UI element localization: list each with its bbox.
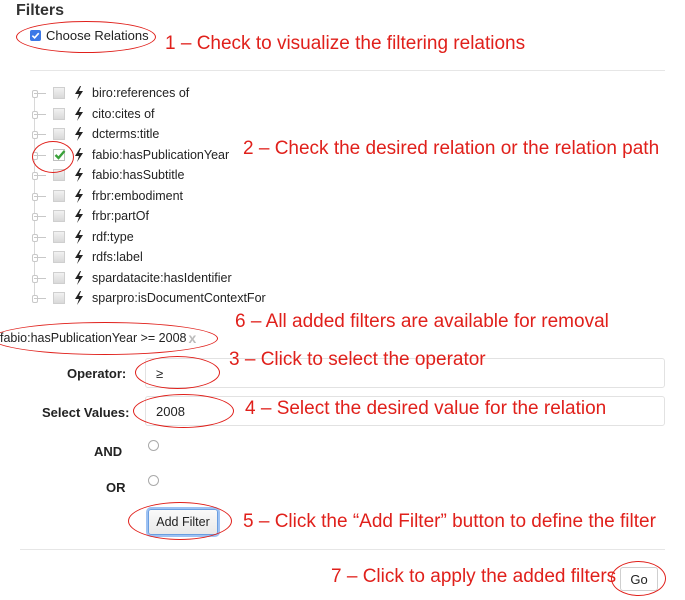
tree-item-checkbox[interactable] (53, 107, 65, 120)
tree-item-label: fabio:hasPublicationYear (92, 147, 230, 162)
annotation-ellipse-5 (128, 502, 232, 540)
tree-item-label: spardatacite:hasIdentifier (92, 270, 232, 285)
tree-expander-icon[interactable] (32, 295, 38, 303)
tree-item[interactable]: biro:references of (20, 83, 320, 104)
operator-label: Operator: (67, 366, 127, 381)
tree-item-label: biro:references of (92, 86, 190, 100)
lightning-icon (75, 188, 83, 203)
annotation-ellipse-1 (16, 21, 156, 53)
tree-expander-icon[interactable] (32, 274, 38, 283)
annotation-ellipse-3 (135, 356, 220, 389)
lightning-icon (75, 147, 83, 162)
tree-item-label: rdf:type (92, 229, 134, 244)
tree-expander-icon[interactable] (32, 213, 38, 221)
annotation-6: 6 – All added filters are available for … (235, 311, 609, 332)
tree-item[interactable]: sparpro:isDocumentContextFor (20, 288, 320, 309)
tree-item-label: sparpro:isDocumentContextFor (92, 291, 266, 305)
lightning-icon (75, 229, 83, 244)
tree-item[interactable]: cito:cites of (20, 104, 320, 125)
tree-item-checkbox[interactable] (53, 189, 65, 202)
tree-item[interactable]: frbr:embodiment (20, 186, 320, 207)
tree-item-label: frbr:partOf (92, 209, 149, 223)
annotation-3: 3 – Click to select the operator (229, 349, 486, 370)
annotation-ellipse-4 (133, 394, 234, 428)
divider-top (30, 70, 665, 71)
lightning-icon (75, 209, 83, 223)
lightning-icon (75, 127, 83, 141)
tree-expander-icon[interactable] (32, 254, 38, 262)
tree-expander-icon[interactable] (32, 110, 38, 119)
annotation-2: 2 – Check the desired relation or the re… (243, 138, 660, 159)
lightning-icon (75, 250, 83, 264)
tree-item-label: dcterms:title (92, 127, 160, 141)
relations-tree: biro:references of cito:cites of dcterms… (20, 83, 320, 309)
filters-heading: Filters (16, 2, 65, 19)
and-radio[interactable] (148, 440, 159, 451)
annotation-ellipse-2 (32, 141, 74, 173)
tree-item-checkbox[interactable] (53, 292, 65, 304)
lightning-icon (75, 270, 83, 285)
annotation-5: 5 – Click the “Add Filter” button to def… (243, 511, 656, 532)
or-radio[interactable] (148, 475, 159, 486)
tree-item[interactable]: frbr:partOf (20, 206, 320, 227)
divider-bottom (20, 549, 665, 550)
tree-item[interactable]: spardatacite:hasIdentifier (20, 268, 320, 289)
tree-expander-icon[interactable] (32, 233, 38, 242)
annotation-7: 7 – Click to apply the added filters (331, 566, 617, 587)
tree-item-checkbox[interactable] (53, 210, 65, 222)
tree-item-checkbox[interactable] (53, 230, 65, 243)
tree-expander-icon[interactable] (32, 90, 38, 98)
annotation-ellipse-6 (0, 322, 218, 355)
tree-item-checkbox[interactable] (53, 251, 65, 263)
tree-item[interactable]: rdf:type (20, 227, 320, 248)
lightning-icon (75, 291, 83, 305)
or-label: OR (106, 480, 126, 495)
annotation-ellipse-7 (611, 561, 666, 596)
and-label: AND (94, 444, 123, 459)
tree-expander-icon[interactable] (32, 192, 38, 201)
tree-item[interactable]: rdfs:label (20, 247, 320, 268)
lightning-icon (75, 106, 83, 121)
tree-item-checkbox[interactable] (53, 271, 65, 284)
tree-expander-icon[interactable] (32, 131, 38, 139)
tree-item-label: cito:cites of (92, 106, 155, 121)
lightning-icon (75, 168, 83, 182)
tree-item-checkbox[interactable] (53, 128, 65, 140)
tree-item-label: rdfs:label (92, 250, 143, 264)
tree-item-label: fabio:hasSubtitle (92, 168, 185, 182)
tree-item-checkbox[interactable] (53, 87, 65, 99)
lightning-icon (75, 86, 83, 100)
annotation-1: 1 – Check to visualize the filtering rel… (165, 33, 526, 54)
annotation-4: 4 – Select the desired value for the rel… (245, 398, 607, 419)
select-values-label: Select Values: (42, 405, 130, 420)
tree-expander-icon[interactable] (32, 172, 38, 180)
tree-item-label: frbr:embodiment (92, 188, 184, 203)
